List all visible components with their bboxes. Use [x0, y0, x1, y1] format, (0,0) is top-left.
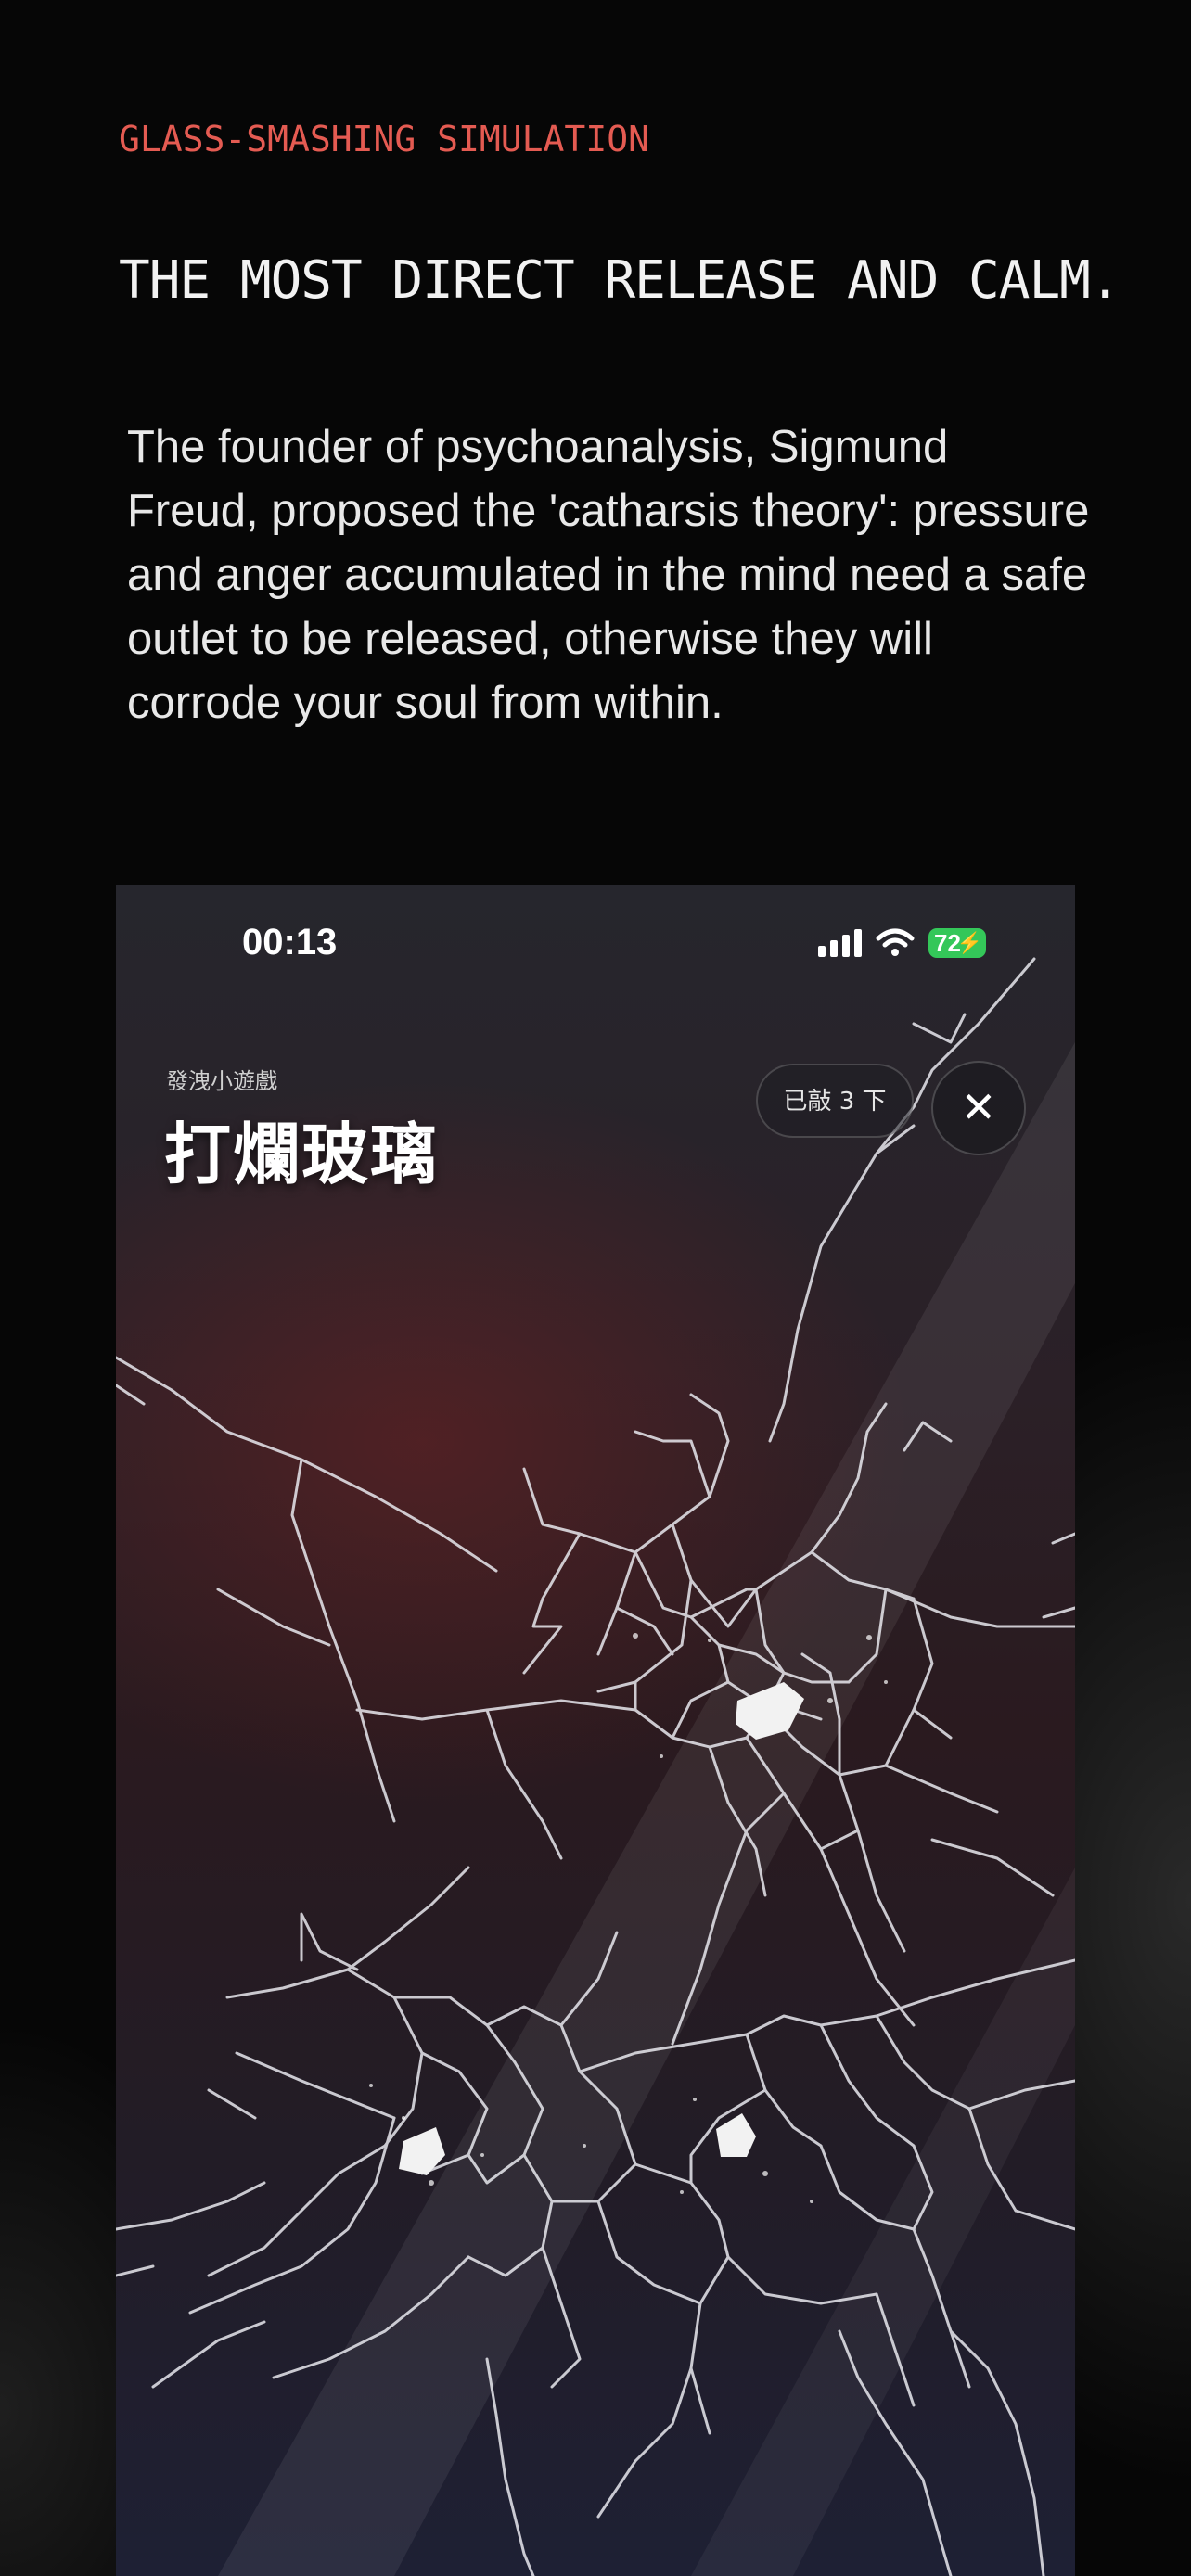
- game-title: 打爛玻璃: [164, 1116, 440, 1193]
- section-eyebrow: GLASS-SMASHING SIMULATION: [119, 119, 649, 159]
- phone-screenshot: 00:13 72 ⚡ 發洩小遊戲 打爛玻璃 已敲 3 下 ✕: [116, 885, 1075, 2576]
- section-headline: THE MOST DIRECT RELEASE AND CALM.: [119, 250, 1121, 311]
- page: GLASS-SMASHING SIMULATION THE MOST DIREC…: [0, 0, 1191, 2576]
- status-icons: 72 ⚡: [818, 927, 986, 959]
- status-time: 00:13: [242, 922, 338, 963]
- impact-shard: [736, 1682, 804, 1740]
- hit-counter-badge: 已敲 3 下: [756, 1064, 914, 1138]
- signal-icon: [818, 929, 862, 957]
- close-button[interactable]: ✕: [931, 1061, 1026, 1155]
- game-caption: 發洩小遊戲: [166, 1068, 277, 1094]
- wifi-icon: [876, 928, 915, 956]
- section-body-text: The founder of psychoanalysis, Sigmund F…: [127, 422, 1090, 728]
- charging-bolt-icon: ⚡: [956, 931, 982, 954]
- battery-icon: 72 ⚡: [928, 928, 986, 958]
- close-icon: ✕: [960, 1082, 997, 1132]
